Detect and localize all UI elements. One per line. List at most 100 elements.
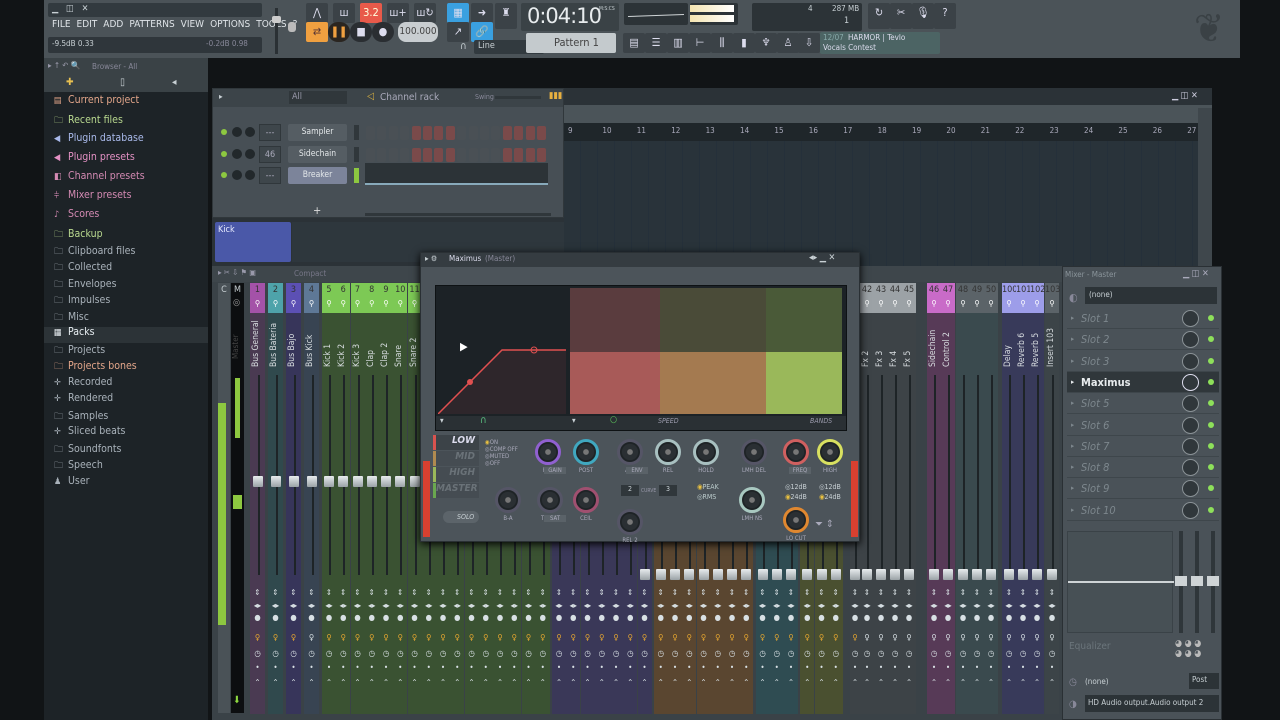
stereo-separation-icon[interactable]: ⇕ <box>340 588 346 598</box>
mixer-menu-icons[interactable]: ▸ ✂ ⇩ ⚑ ▣ <box>218 268 256 277</box>
record-led-icon[interactable]: • <box>1007 663 1011 673</box>
record-led-icon[interactable]: • <box>865 663 869 673</box>
volume-fader[interactable] <box>366 476 377 487</box>
mixer-track[interactable]: 1 ⚲ Bus General ⇕ ◂▸ ● ♀ ◷ • ⌃ <box>250 283 265 714</box>
slot-mix-knob[interactable] <box>1182 373 1199 391</box>
clock-icon[interactable]: ◷ <box>383 649 389 659</box>
stereo-separation-icon[interactable]: ⇕ <box>1006 588 1012 598</box>
stereo-separation-icon[interactable]: ⇕ <box>497 588 503 598</box>
channel-mixer-route[interactable]: --- <box>259 124 281 141</box>
clock-icon[interactable]: ◷ <box>759 649 765 659</box>
clock-icon[interactable]: ◷ <box>272 649 278 659</box>
record-led-icon[interactable]: • <box>585 663 589 673</box>
step-button[interactable] <box>502 126 512 140</box>
clock-icon[interactable]: ◷ <box>440 649 446 659</box>
volume-fader[interactable] <box>639 569 650 580</box>
volume-fader[interactable] <box>684 569 695 580</box>
pan-icon[interactable]: ◂▸ <box>818 601 825 611</box>
slot-enable-led[interactable] <box>1208 400 1214 407</box>
clock-icon[interactable]: ◷ <box>804 649 810 659</box>
clock-icon[interactable]: ◷ <box>511 649 517 659</box>
pan-knob[interactable]: ● <box>672 613 678 623</box>
clock-icon[interactable]: ◷ <box>1006 649 1012 659</box>
record-led-icon[interactable]: • <box>760 663 764 673</box>
volume-fader[interactable] <box>904 569 914 580</box>
channel-rack-scrollbar[interactable] <box>365 213 551 216</box>
pan-knob[interactable]: ● <box>497 613 503 623</box>
step-sequencer-icon[interactable]: ▮▮▮ <box>549 91 562 101</box>
pan-knob[interactable]: ● <box>440 613 446 623</box>
fx-enable-icon[interactable]: ♀ <box>426 633 431 643</box>
menu-arrow-icon[interactable]: ▸ <box>219 92 223 101</box>
slot-arrow-icon[interactable]: ▸ <box>1071 457 1074 478</box>
mixer-track[interactable]: 10 ⚲ Snare ⇕ ◂▸ ● ♀ ◷ • ⌃ <box>393 283 408 714</box>
record-led-icon[interactable]: • <box>819 663 823 673</box>
pan-icon[interactable]: ◂▸ <box>325 601 332 611</box>
pan-knob[interactable]: ● <box>774 613 780 623</box>
record-led-icon[interactable]: • <box>716 663 720 673</box>
record-led-icon[interactable]: • <box>526 663 530 673</box>
pan-icon[interactable]: ◂▸ <box>411 601 418 611</box>
high-slope-12[interactable]: ◎12dB <box>819 483 841 491</box>
pan-knob[interactable]: ● <box>397 613 403 623</box>
browser-item-backup[interactable]: 🗀 Backup <box>54 227 103 243</box>
step-button[interactable] <box>457 147 467 162</box>
download-icon[interactable]: ⇩ <box>798 33 820 53</box>
slot-arrow-icon[interactable]: ▸ <box>1071 351 1074 372</box>
pan-icon[interactable]: ◂▸ <box>570 601 577 611</box>
channel-mixer-route[interactable]: --- <box>259 167 281 184</box>
effect-slot[interactable]: ▸ Slot 9 <box>1067 478 1219 500</box>
slot-enable-led[interactable] <box>1208 421 1214 428</box>
pan-knob[interactable]: ● <box>483 613 489 623</box>
clock-icon[interactable]: ◷ <box>613 649 619 659</box>
stereo-separation-icon[interactable]: ⇕ <box>272 588 278 598</box>
record-led-icon[interactable]: • <box>775 663 779 673</box>
slot-mix-knob[interactable] <box>1182 310 1199 327</box>
route-arrow-icon[interactable]: ⌃ <box>864 678 870 688</box>
pan-icon[interactable]: ◂▸ <box>743 601 750 611</box>
stereo-separation-icon[interactable]: ⇕ <box>254 588 260 598</box>
send-selector[interactable]: (none) <box>1085 677 1109 686</box>
stereo-separation-icon[interactable]: ⇕ <box>511 588 517 598</box>
clock-icon[interactable]: ◷ <box>1020 649 1026 659</box>
step-button[interactable] <box>388 126 398 140</box>
slot-enable-led[interactable] <box>1208 506 1214 513</box>
lo-cut-knob[interactable] <box>783 507 809 533</box>
volume-fader[interactable] <box>890 569 900 580</box>
record-led-icon[interactable]: • <box>370 663 374 673</box>
record-led-icon[interactable]: • <box>614 663 618 673</box>
fx-enable-icon[interactable]: ♀ <box>355 633 360 643</box>
fx-enable-icon[interactable]: ♀ <box>852 633 857 643</box>
stereo-separation-icon[interactable]: ⇕ <box>672 588 678 598</box>
fx-enable-icon[interactable]: ♀ <box>326 633 331 643</box>
mixer-track[interactable]: 42 ⚲ Fx 2 ⇕ ◂▸ ● ♀ ◷ • ⌃ <box>860 283 874 714</box>
pan-icon[interactable]: ◂▸ <box>555 601 562 611</box>
pan-icon[interactable]: ◂▸ <box>891 601 898 611</box>
route-arrow-icon[interactable]: ⌃ <box>804 678 810 688</box>
record-led-icon[interactable]: • <box>642 663 646 673</box>
slot-mix-knob[interactable] <box>1182 331 1199 349</box>
record-led-icon[interactable]: • <box>1035 663 1039 673</box>
step-button[interactable] <box>377 147 387 162</box>
volume-fader[interactable] <box>1032 569 1042 580</box>
fx-enable-icon[interactable]: ♀ <box>988 633 993 643</box>
stereo-separation-icon[interactable]: ⇕ <box>700 588 706 598</box>
record-led-icon[interactable]: • <box>427 663 431 673</box>
slot-arrow-icon[interactable]: ▸ <box>1071 415 1074 436</box>
effect-slot[interactable]: ▸ Slot 6 <box>1067 415 1219 436</box>
volume-fader[interactable] <box>670 569 680 580</box>
record-led-icon[interactable]: • <box>989 663 993 673</box>
band-tab-mid[interactable]: MID <box>433 451 479 466</box>
pan-icon[interactable]: ◂▸ <box>959 601 966 611</box>
playlist-ruler[interactable]: 9 10 11 12 13 14 15 16 17 18 19 20 21 22 23 24 25 26 27 <box>564 123 1198 141</box>
clock-icon[interactable]: ◷ <box>658 649 664 659</box>
volume-fader[interactable] <box>381 476 391 487</box>
pan-icon[interactable]: ◂▸ <box>254 601 261 611</box>
fx-enable-icon[interactable]: ♀ <box>412 633 417 643</box>
wait-record-button[interactable]: ш <box>333 3 355 23</box>
browser-item-user[interactable]: ♟ User <box>54 475 90 487</box>
pat-song-toggle[interactable]: ⇄ <box>306 22 328 42</box>
stereo-separation-icon[interactable]: ⇕ <box>627 588 633 598</box>
pan-knob[interactable]: ● <box>906 613 912 623</box>
pan-knob[interactable]: ● <box>974 613 980 623</box>
